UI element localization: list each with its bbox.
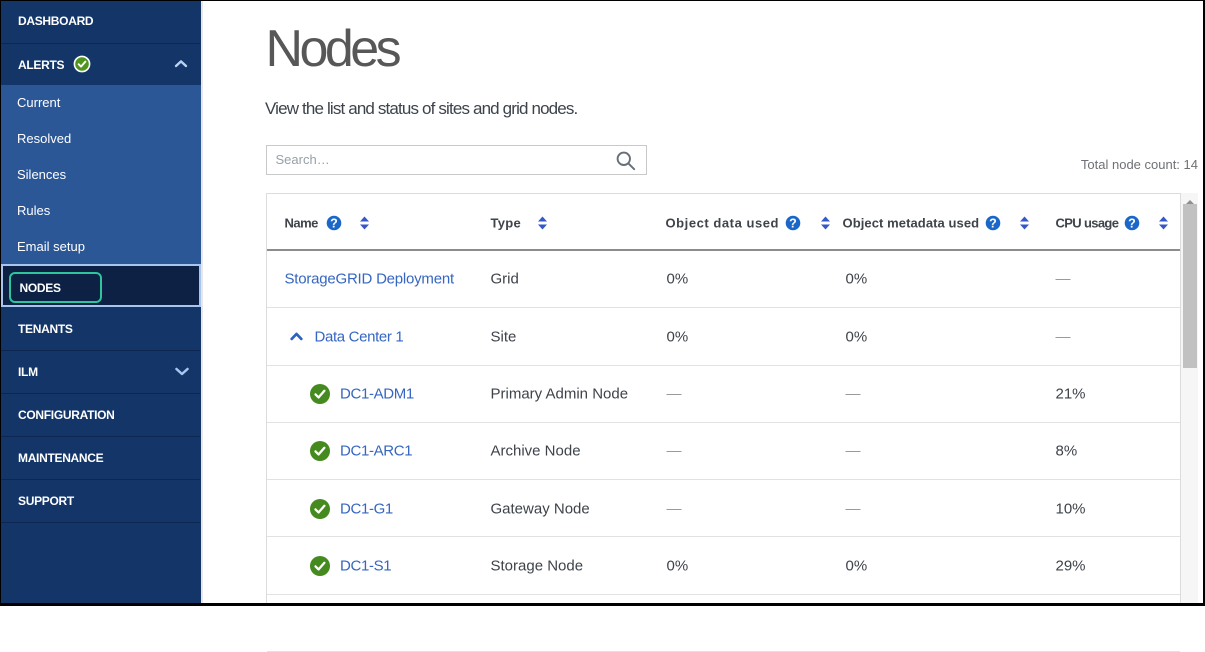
svg-text:?: ? [1128, 216, 1136, 230]
svg-text:?: ? [789, 216, 797, 230]
svg-text:?: ? [989, 216, 997, 230]
svg-text:?: ? [330, 216, 338, 230]
